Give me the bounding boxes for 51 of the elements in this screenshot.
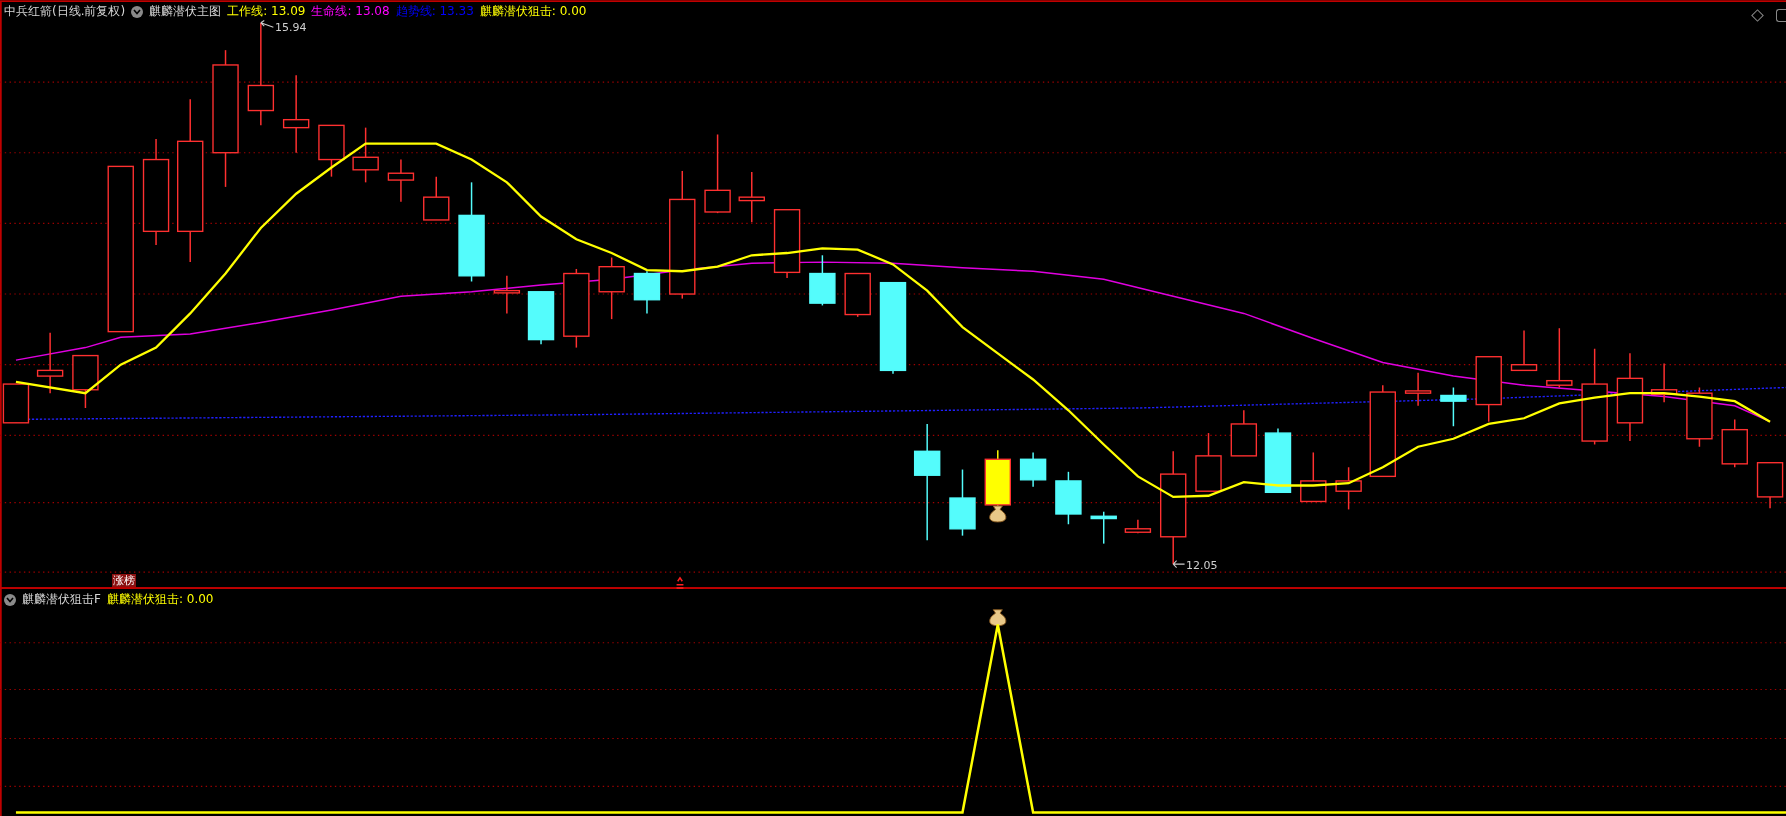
legend-value: 麒麟潜伏狙击: 0.00 [106, 591, 214, 608]
dropdown-icon[interactable] [131, 5, 144, 18]
indicator-name: 麒麟潜伏狙击F [22, 591, 101, 608]
candlestick [318, 124, 345, 178]
candlestick [1019, 451, 1047, 488]
candlestick [72, 354, 99, 409]
candlestick [1264, 427, 1292, 494]
candlestick [1090, 510, 1117, 545]
candlestick [527, 291, 555, 345]
candlestick [493, 275, 521, 315]
legend-value: 工作线: 13.09 [227, 3, 306, 20]
candlestick [1721, 418, 1748, 468]
legend-value: 麒麟潜伏狙击: 0.00 [479, 3, 587, 20]
limit-up-tag: 涨榜 [112, 574, 136, 587]
candlestick [809, 254, 836, 307]
candlestick [844, 272, 871, 318]
panel-toggle-icon[interactable] [1776, 9, 1786, 22]
high-arrow-icon [260, 20, 274, 28]
candlestick [1546, 327, 1573, 389]
security-title: 中兵红箭(日线.前复权) [4, 3, 126, 20]
price-label: 15.94 [275, 21, 307, 34]
candlestick [1510, 329, 1538, 372]
money-bag-icon [989, 505, 1007, 523]
candlestick [1440, 386, 1467, 427]
candlestick [36, 332, 64, 394]
candlestick [423, 175, 450, 221]
candlestick [598, 256, 625, 320]
price-label: 12.05 [1186, 559, 1218, 572]
candlestick [1686, 386, 1713, 448]
candlestick [949, 468, 976, 537]
candlestick [1195, 432, 1222, 492]
indicator-name: 麒麟潜伏主图 [149, 3, 222, 20]
candlestick [1300, 451, 1327, 503]
legend-value: 生命线: 13.08 [311, 3, 390, 20]
candlestick [1230, 409, 1258, 457]
candlestick [1055, 471, 1082, 525]
money-bag-icon [989, 609, 1007, 627]
dropdown-icon[interactable] [4, 593, 16, 606]
candlestick [1124, 518, 1152, 535]
candlestick [387, 158, 415, 203]
candlestick [633, 270, 661, 315]
candlestick [773, 208, 801, 279]
candlestick [1650, 362, 1678, 404]
candlestick [352, 126, 379, 184]
legend-value: 趋势线: 13.33 [395, 3, 474, 20]
candlestick [1475, 356, 1502, 423]
candlestick [738, 171, 765, 223]
candlestick [1404, 371, 1432, 407]
marker-icon [675, 576, 685, 589]
low-arrow-icon [1172, 560, 1186, 569]
candlestick [1335, 466, 1362, 511]
